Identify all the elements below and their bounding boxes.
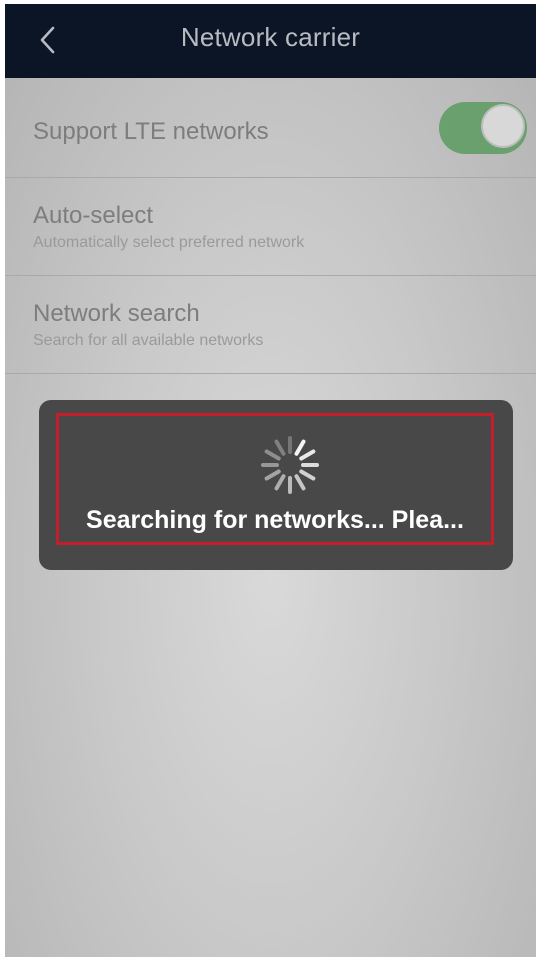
network-search-title: Network search	[33, 300, 200, 327]
network-search-subtitle: Search for all available networks	[33, 332, 264, 349]
lte-setting-row: Support LTE networks	[5, 78, 536, 178]
network-search-row[interactable]: Network search Search for all available …	[5, 276, 536, 374]
auto-select-title: Auto-select	[33, 202, 154, 229]
lte-setting-label: Support LTE networks	[33, 118, 269, 145]
spinner-icon	[261, 436, 319, 494]
toggle-knob	[481, 104, 525, 148]
screen: Network carrier Support LTE networks Aut…	[5, 4, 536, 957]
page-title: Network carrier	[180, 22, 361, 52]
auto-select-subtitle: Automatically select preferred network	[33, 234, 305, 251]
searching-toast: Searching for networks... Plea...	[39, 400, 513, 570]
highlight-box: Searching for networks... Plea...	[56, 413, 494, 545]
auto-select-row[interactable]: Auto-select Automatically select preferr…	[5, 178, 536, 276]
lte-toggle[interactable]	[439, 102, 527, 154]
nav-header: Network carrier	[5, 4, 536, 78]
searching-message: Searching for networks... Plea...	[86, 506, 464, 534]
